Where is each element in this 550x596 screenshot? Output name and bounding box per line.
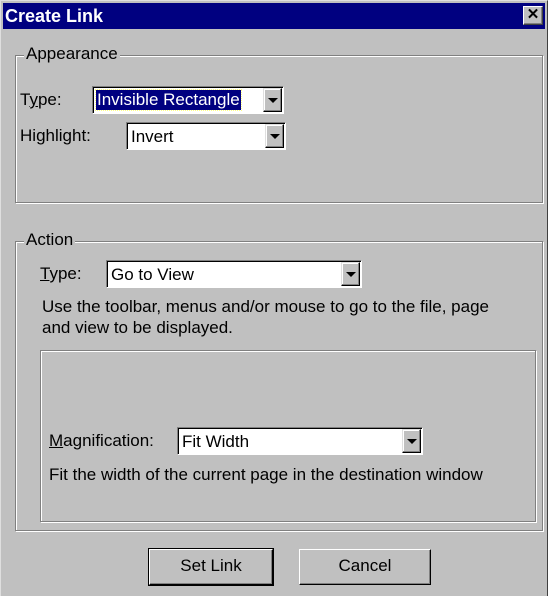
action-description: Use the toolbar, menus and/or mouse to g… [42,297,490,337]
appearance-type-select[interactable]: Invisible Rectangle [92,86,284,114]
appearance-legend: Appearance [24,44,120,64]
appearance-type-label: Type: [20,90,62,109]
action-group: Action Type: Go to View Use the toolbar,… [15,230,543,531]
highlight-value: Invert [131,127,174,146]
highlight-select[interactable]: Invert [126,122,286,150]
chevron-down-icon[interactable] [265,124,284,148]
set-link-button[interactable]: Set Link [148,548,274,586]
magnification-value: Fit Width [182,432,250,451]
chevron-down-icon[interactable] [402,429,421,453]
title-bar: Create Link ✕ [3,3,545,29]
close-button[interactable]: ✕ [523,6,543,25]
magnification-description: Fit the width of the current page in the… [49,465,483,484]
highlight-label: Highlight: [20,126,91,145]
dialog-title: Create Link [5,6,104,26]
cancel-button[interactable]: Cancel [299,549,431,585]
action-legend: Action [24,230,76,250]
create-link-dialog: Create Link ✕ Appearance Type: Invisible… [0,0,548,596]
magnification-select[interactable]: Fit Width [177,427,423,455]
action-type-select[interactable]: Go to View [106,260,362,288]
appearance-group: Appearance Type: Invisible Rectangle Hig… [15,44,543,203]
magnification-label: Magnification: [49,431,154,450]
view-settings-panel: Magnification: Fit Width Fit the width o… [40,350,536,522]
chevron-down-icon[interactable] [263,88,282,112]
appearance-type-value: Invisible Rectangle [95,89,242,111]
close-icon: ✕ [526,6,540,23]
chevron-down-icon[interactable] [341,262,360,286]
action-type-label: Type: [40,264,82,283]
action-type-value: Go to View [111,265,194,284]
